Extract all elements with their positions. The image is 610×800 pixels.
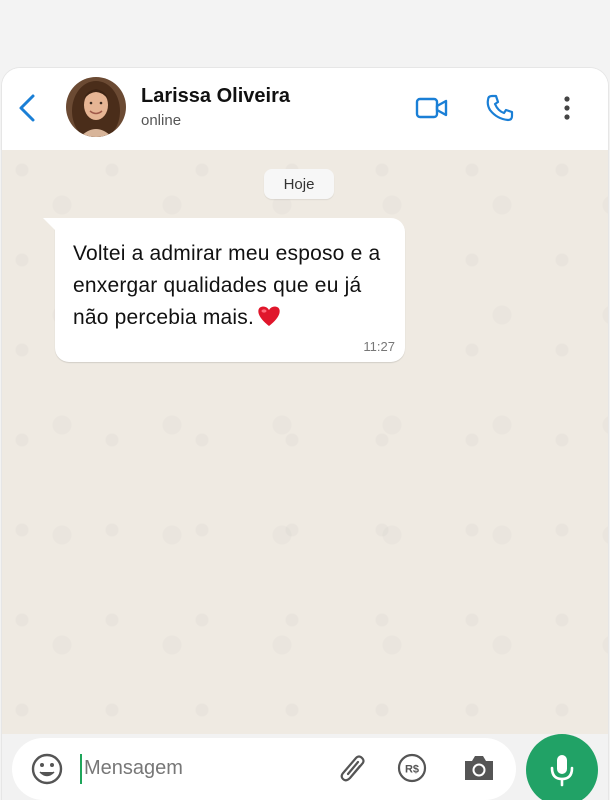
phone-call-icon: [486, 94, 514, 122]
bubble-tail: [43, 218, 57, 232]
composer-bar: Mensagem R$: [2, 734, 608, 800]
payment-icon[interactable]: R$: [396, 752, 428, 784]
message-input[interactable]: Mensagem R$: [12, 738, 516, 800]
more-options-button[interactable]: [558, 90, 576, 126]
emoji-icon[interactable]: [30, 752, 64, 786]
microphone-icon: [550, 755, 574, 787]
more-options-icon: [564, 96, 570, 120]
attachment-icon[interactable]: [338, 752, 368, 786]
message-text: Voltei a admirar meu esposo e a enxergar…: [73, 238, 391, 337]
svg-text:R$: R$: [405, 764, 419, 776]
message-time: 11:27: [363, 339, 395, 354]
chat-header: Larissa Oliveira online: [2, 68, 608, 150]
back-button[interactable]: [14, 90, 40, 126]
voice-message-button[interactable]: [526, 734, 598, 800]
text-cursor: [80, 754, 82, 784]
contact-name[interactable]: Larissa Oliveira: [141, 85, 290, 108]
voice-call-button[interactable]: [484, 90, 516, 126]
message-list[interactable]: Hoje Voltei a admirar meu esposo e a enx…: [2, 150, 608, 734]
message-bubble[interactable]: Voltei a admirar meu esposo e a enxergar…: [43, 218, 405, 362]
camera-icon[interactable]: [462, 752, 496, 784]
video-call-icon: [415, 97, 448, 119]
message-placeholder[interactable]: Mensagem: [84, 757, 183, 780]
video-call-button[interactable]: [414, 90, 450, 126]
message-body: Voltei a admirar meu esposo e a enxergar…: [73, 242, 381, 329]
chat-window: Larissa Oliveira online Hoje Voltei a ad…: [2, 68, 608, 800]
contact-status: online: [141, 112, 182, 129]
date-divider: Hoje: [264, 169, 334, 199]
avatar[interactable]: [66, 77, 126, 137]
back-arrow-icon: [19, 94, 35, 122]
heart-emoji-icon: [257, 305, 281, 337]
